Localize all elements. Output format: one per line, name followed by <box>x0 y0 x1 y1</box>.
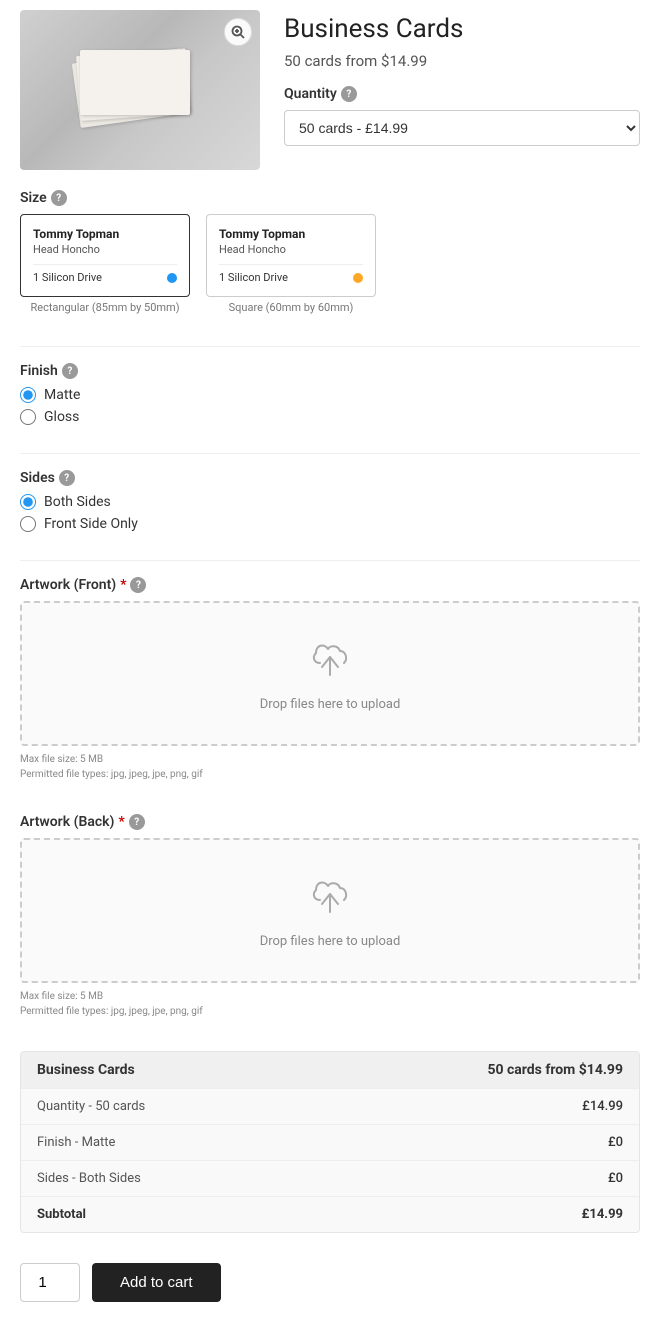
artwork-front-upload-zone[interactable]: Drop files here to upload <box>20 601 640 746</box>
artwork-front-help-icon[interactable]: ? <box>130 577 146 593</box>
add-to-cart-button[interactable]: Add to cart <box>92 1263 221 1302</box>
card-stack-item <box>80 50 190 115</box>
pricing-sides-value: £0 <box>608 1171 623 1186</box>
sides-front-option[interactable]: Front Side Only <box>20 516 640 532</box>
size-dot-sq <box>353 273 363 283</box>
upload-back-icon <box>306 872 354 924</box>
zoom-icon[interactable] <box>224 18 252 46</box>
pricing-row-sides: Sides - Both Sides £0 <box>21 1161 639 1197</box>
quantity-select[interactable]: 50 cards - £14.99 100 cards - £19.99 250… <box>284 110 640 146</box>
pricing-sides-label: Sides - Both Sides <box>37 1171 141 1186</box>
page-container: Business Cards 50 cards from $14.99 Quan… <box>0 0 660 1332</box>
sides-front-radio[interactable] <box>20 516 36 532</box>
finish-gloss-label: Gloss <box>44 409 79 425</box>
card-stack <box>80 50 200 130</box>
sides-both-radio[interactable] <box>20 494 36 510</box>
finish-gloss-radio[interactable] <box>20 409 36 425</box>
product-details: Business Cards 50 cards from $14.99 Quan… <box>284 10 640 170</box>
size-caption-rect: Rectangular (85mm by 50mm) <box>20 301 190 314</box>
finish-matte-radio[interactable] <box>20 387 36 403</box>
size-help-icon[interactable]: ? <box>51 190 67 206</box>
top-section: Business Cards 50 cards from $14.99 Quan… <box>20 10 640 170</box>
divider-1 <box>20 346 640 347</box>
pricing-header-value: 50 cards from $14.99 <box>487 1062 623 1078</box>
finish-matte-option[interactable]: Matte <box>20 387 640 403</box>
size-dot-rect <box>167 273 177 283</box>
pricing-subtotal-label: Subtotal <box>37 1207 86 1222</box>
pricing-header-row: Business Cards 50 cards from $14.99 <box>21 1052 639 1089</box>
sides-front-label: Front Side Only <box>44 516 138 532</box>
artwork-front-section: Artwork (Front) * ? Drop files here to u… <box>20 577 640 798</box>
artwork-front-upload-text: Drop files here to upload <box>260 697 401 712</box>
sides-radio-group: Both Sides Front Side Only <box>20 494 640 532</box>
sides-section: Sides ? Both Sides Front Side Only <box>20 470 640 536</box>
finish-matte-label: Matte <box>44 387 80 403</box>
pricing-header-label: Business Cards <box>37 1062 135 1078</box>
pricing-finish-value: £0 <box>608 1135 623 1150</box>
sides-label: Sides ? <box>20 470 640 486</box>
artwork-back-help-icon[interactable]: ? <box>129 814 145 830</box>
size-caption-sq: Square (60mm by 60mm) <box>206 301 376 314</box>
product-title: Business Cards <box>284 14 640 44</box>
quantity-help-icon[interactable]: ? <box>341 86 357 102</box>
finish-section: Finish ? Matte Gloss <box>20 363 640 429</box>
size-card-square[interactable]: Tommy Topman Head Honcho 1 Silicon Drive <box>206 214 376 297</box>
sides-help-icon[interactable]: ? <box>59 470 75 486</box>
size-card-sq-title: Head Honcho <box>219 243 363 256</box>
artwork-front-required: * <box>120 577 126 593</box>
pricing-quantity-label: Quantity - 50 cards <box>37 1099 145 1114</box>
pricing-row-quantity: Quantity - 50 cards £14.99 <box>21 1089 639 1125</box>
price-summary: 50 cards from $14.99 <box>284 52 640 70</box>
artwork-back-label: Artwork (Back) * ? <box>20 814 640 830</box>
finish-label: Finish ? <box>20 363 640 379</box>
size-card-rect-title: Head Honcho <box>33 243 177 256</box>
artwork-front-label: Artwork (Front) * ? <box>20 577 640 593</box>
product-image-container <box>20 10 260 170</box>
pricing-table: Business Cards 50 cards from $14.99 Quan… <box>20 1051 640 1233</box>
pricing-finish-label: Finish - Matte <box>37 1135 115 1150</box>
finish-radio-group: Matte Gloss <box>20 387 640 425</box>
artwork-front-file-info: Max file size: 5 MB Permitted file types… <box>20 752 640 782</box>
artwork-back-upload-text: Drop files here to upload <box>260 934 401 949</box>
artwork-back-file-info: Max file size: 5 MB Permitted file types… <box>20 989 640 1019</box>
quantity-label: Quantity ? <box>284 86 640 102</box>
size-options: Tommy Topman Head Honcho 1 Silicon Drive… <box>20 214 640 314</box>
pricing-row-finish: Finish - Matte £0 <box>21 1125 639 1161</box>
finish-help-icon[interactable]: ? <box>62 363 78 379</box>
artwork-back-required: * <box>118 814 124 830</box>
size-card-sq-detail: 1 Silicon Drive <box>219 264 363 284</box>
artwork-back-section: Artwork (Back) * ? Drop files here to up… <box>20 814 640 1035</box>
finish-gloss-option[interactable]: Gloss <box>20 409 640 425</box>
divider-3 <box>20 560 640 561</box>
size-section: Size ? Tommy Topman Head Honcho 1 Silico… <box>20 190 640 322</box>
size-card-sq-name: Tommy Topman <box>219 227 363 241</box>
sides-both-option[interactable]: Both Sides <box>20 494 640 510</box>
pricing-quantity-value: £14.99 <box>582 1099 623 1114</box>
pricing-row-subtotal: Subtotal £14.99 <box>21 1197 639 1232</box>
pricing-subtotal-value: £14.99 <box>582 1207 623 1222</box>
size-card-rectangular[interactable]: Tommy Topman Head Honcho 1 Silicon Drive <box>20 214 190 297</box>
cart-quantity-input[interactable] <box>20 1263 80 1302</box>
size-card-rect-detail: 1 Silicon Drive <box>33 264 177 284</box>
divider-2 <box>20 453 640 454</box>
add-to-cart-section: Add to cart <box>20 1253 640 1322</box>
artwork-back-upload-zone[interactable]: Drop files here to upload <box>20 838 640 983</box>
upload-front-icon <box>306 635 354 687</box>
size-label: Size ? <box>20 190 640 206</box>
size-card-rect-name: Tommy Topman <box>33 227 177 241</box>
sides-both-label: Both Sides <box>44 494 111 510</box>
